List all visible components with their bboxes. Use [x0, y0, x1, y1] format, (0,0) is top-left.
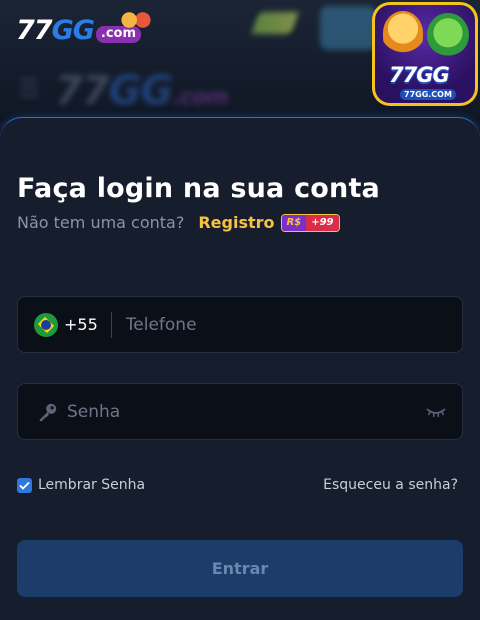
password-field[interactable]	[17, 383, 463, 440]
eye-closed-icon[interactable]	[426, 405, 446, 419]
background-menu-icon	[20, 78, 38, 100]
bonus-currency: R$	[281, 214, 307, 231]
background-button	[320, 6, 376, 50]
password-input[interactable]	[67, 401, 426, 422]
tiger-mascot-icon	[383, 11, 423, 55]
brand-logo[interactable]: 77 GG .com	[16, 12, 153, 46]
login-submit-button[interactable]: Entrar	[17, 540, 463, 597]
phone-field[interactable]: +55	[17, 296, 463, 353]
dragon-mascot-icon	[427, 13, 469, 57]
app-icon[interactable]: 77GG 77GG.COM	[372, 2, 478, 106]
bonus-badge: R$ +99	[280, 213, 340, 232]
phone-input[interactable]	[125, 314, 462, 335]
bonus-amount: +99	[306, 214, 339, 231]
flag-brazil-icon[interactable]	[34, 312, 58, 337]
logo-gg: GG	[51, 14, 95, 46]
forgot-password-link[interactable]: Esqueceu a senha?	[323, 477, 458, 493]
app-icon-url: 77GG.COM	[400, 89, 456, 100]
field-divider	[110, 311, 112, 338]
page-title: Faça login na sua conta	[17, 173, 380, 204]
logo-com: .com	[95, 25, 142, 43]
country-code[interactable]: +55	[64, 315, 98, 334]
checkbox-checked-icon[interactable]	[17, 477, 32, 493]
background-logo: 77GG.com	[55, 68, 229, 114]
remember-label: Lembrar Senha	[38, 477, 146, 493]
register-prompt: Não tem uma conta? Registro R$ +99	[17, 213, 340, 232]
key-icon	[39, 403, 57, 421]
background-banner-graphic	[250, 12, 300, 34]
app-icon-logo: 77GG	[389, 63, 450, 87]
logo-77: 77	[16, 14, 53, 46]
logo-mascot-icon	[119, 12, 153, 28]
register-link[interactable]: Registro	[198, 213, 274, 232]
app-icon-artwork: 77GG 77GG.COM	[375, 5, 475, 103]
no-account-text: Não tem uma conta?	[17, 213, 185, 232]
remember-password[interactable]: Lembrar Senha	[17, 477, 145, 493]
